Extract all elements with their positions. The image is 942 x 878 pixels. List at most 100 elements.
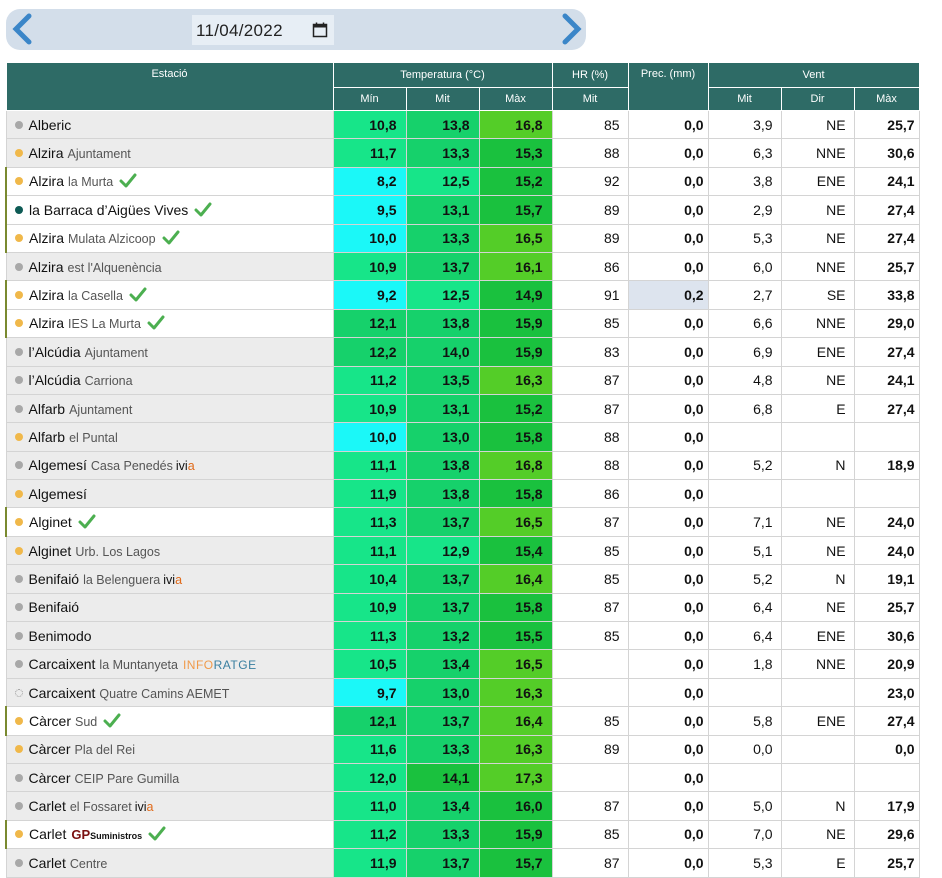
temp-max-header[interactable]: Màx: [478, 87, 553, 111]
table-row[interactable]: Carlet el Fossaret ivia 11,0 13,4 16,0 87 0,0 5,…: [5, 791, 920, 821]
status-dot-icon: [14, 773, 23, 782]
chevron-left-icon[interactable]: [10, 13, 36, 45]
station-name[interactable]: Carcaixent: [29, 656, 96, 672]
temp-min-header[interactable]: Mín: [332, 87, 407, 111]
table-row[interactable]: Carcaixent la Muntanyeta INFORATGE 10,5 13,4…: [5, 649, 920, 679]
station-name[interactable]: Càrcer: [29, 741, 71, 757]
table-row[interactable]: Alzira la Murta 8,2 12,5 15,2 92 0,0 3,8 ENE 24,1: [5, 166, 920, 197]
station-cell[interactable]: l’Alcúdia Ajuntament: [5, 337, 334, 367]
wind-dir-header[interactable]: Dir: [780, 87, 855, 111]
station-name[interactable]: Alzira: [29, 173, 64, 189]
table-row[interactable]: l’Alcúdia Ajuntament 12,2 14,0 15,9 83 0,0 6,9 E…: [5, 337, 920, 367]
precipitation-header[interactable]: Prec. (mm): [627, 62, 709, 111]
station-name[interactable]: Benifaió: [29, 571, 80, 587]
station-cell[interactable]: Carcaixent Quatre Camins AEMET: [5, 677, 334, 708]
station-cell[interactable]: Benifaió la Belenguera ivia: [5, 564, 334, 594]
station-name[interactable]: Alginet: [29, 514, 72, 530]
station-name[interactable]: Benimodo: [29, 628, 92, 644]
station-name[interactable]: Alberic: [29, 117, 72, 133]
table-row[interactable]: Alginet 11,3 13,7 16,5 87 0,0 7,1 NE 24,0: [5, 507, 920, 537]
table-row[interactable]: Benifaió 10,9 13,7 15,8 87 0,0 6,4 NE 25,7: [5, 592, 920, 623]
table-row[interactable]: la Barraca d’Aigües Vives 9,5 13,1 15,7 89 0,…: [5, 195, 920, 225]
station-cell[interactable]: Algemesí Casa Penedés ivia: [5, 450, 334, 481]
station-name[interactable]: Algemesí: [29, 486, 87, 502]
station-cell[interactable]: Càrcer Sud: [5, 706, 334, 736]
station-name[interactable]: Alginet: [29, 543, 72, 559]
station-cell[interactable]: Alzira Ajuntament: [5, 138, 334, 168]
table-row[interactable]: Algemesí Casa Penedés ivia 11,1 13,8 16,8 88 0,…: [5, 450, 920, 481]
station-cell[interactable]: Carlet GPSuministros: [5, 819, 334, 850]
table-row[interactable]: Càrcer Sud 12,1 13,7 16,4 85 0,0 5,8 ENE 27,4: [5, 706, 920, 736]
station-name[interactable]: Càrcer: [29, 713, 71, 729]
wind-mit-header[interactable]: Mit: [707, 87, 782, 111]
table-row[interactable]: Alfarb el Puntal 10,0 13,0 15,8 88 0,0: [5, 422, 920, 452]
station-cell[interactable]: Alzira la Casella: [5, 280, 334, 310]
station-name[interactable]: Algemesí: [29, 457, 87, 473]
station-cell[interactable]: Carcaixent la Muntanyeta INFORATGE: [5, 649, 334, 679]
station-name[interactable]: Càrcer: [29, 770, 71, 786]
temp-min-cell: 11,3: [332, 507, 407, 537]
table-row[interactable]: Alzira Mulata Alzicoop 10,0 13,3 16,5 89 0,0 5,…: [5, 223, 920, 253]
station-cell[interactable]: Alberic: [5, 109, 334, 140]
wind-dir-cell: ENE: [780, 706, 855, 736]
table-row[interactable]: Alzira IES La Murta 12,1 13,8 15,9 85 0,0 6,6 NN…: [5, 308, 920, 339]
station-name[interactable]: Alzira: [29, 145, 64, 161]
station-name[interactable]: l’Alcúdia: [29, 344, 81, 360]
station-name[interactable]: Alfarb: [29, 401, 66, 417]
table-row[interactable]: Alzira Ajuntament 11,7 13,3 15,3 88 0,0 6,3 NNE 3…: [5, 138, 920, 168]
station-cell[interactable]: Benifaió: [5, 592, 334, 623]
station-cell[interactable]: l’Alcúdia Carriona: [5, 365, 334, 395]
station-cell[interactable]: Alginet: [5, 507, 334, 537]
station-cell[interactable]: Algemesí: [5, 479, 334, 509]
station-cell[interactable]: Càrcer CEIP Pare Gumilla: [5, 762, 334, 793]
humidity-cell: 86: [551, 479, 629, 509]
wind-dir-cell: [780, 677, 855, 708]
station-cell[interactable]: Alfarb el Puntal: [5, 422, 334, 452]
calendar-icon[interactable]: [312, 22, 328, 38]
station-cell[interactable]: Càrcer Pla del Rei: [5, 734, 334, 764]
table-row[interactable]: Carlet GPSuministros 11,2 13,3 15,9 85 0,0 7,0 N…: [5, 819, 920, 850]
chevron-right-icon[interactable]: [558, 13, 584, 45]
station-cell[interactable]: Benimodo: [5, 621, 334, 651]
station-name[interactable]: Alzira: [29, 259, 64, 275]
station-cell[interactable]: Alzira est l'Alquenència: [5, 251, 334, 282]
station-cell[interactable]: Alzira la Murta: [5, 166, 334, 197]
table-row[interactable]: Alginet Urb. Los Lagos 11,1 12,9 15,4 85 0,0 5,…: [5, 535, 920, 566]
station-name[interactable]: Alfarb: [29, 429, 66, 445]
station-name[interactable]: la Barraca d’Aigües Vives: [29, 202, 188, 218]
table-row[interactable]: Benimodo 11,3 13,2 15,5 85 0,0 6,4 ENE 30,6: [5, 621, 920, 651]
station-header[interactable]: Estació: [5, 62, 334, 111]
station-cell[interactable]: Alfarb Ajuntament: [5, 393, 334, 424]
station-cell[interactable]: Carlet Centre: [5, 848, 334, 878]
wind-max-header[interactable]: Màx: [853, 87, 920, 111]
humidity-mit-header[interactable]: Mit: [551, 87, 629, 111]
station-cell[interactable]: Alginet Urb. Los Lagos: [5, 535, 334, 566]
table-row[interactable]: Alzira la Casella 9,2 12,5 14,9 91 0,2 2,7 SE 33,…: [5, 280, 920, 310]
station-name[interactable]: Alzira: [29, 315, 64, 331]
table-row[interactable]: Carcaixent Quatre Camins AEMET 9,7 13,0 16,3…: [5, 677, 920, 708]
table-row[interactable]: Carlet Centre 11,9 13,7 15,7 87 0,0 5,3 E 25,7: [5, 848, 920, 878]
station-name[interactable]: Alzira: [29, 287, 64, 303]
table-row[interactable]: Càrcer CEIP Pare Gumilla 12,0 14,1 17,3 0,0: [5, 762, 920, 793]
station-name[interactable]: Alzira: [29, 230, 64, 246]
temp-mit-header[interactable]: Mit: [405, 87, 480, 111]
table-row[interactable]: Càrcer Pla del Rei 11,6 13,3 16,3 89 0,0 0,0 0,0: [5, 734, 920, 764]
station-name[interactable]: Carcaixent: [29, 685, 96, 701]
table-row[interactable]: Benifaió la Belenguera ivia 10,4 13,7 16,4 85 0…: [5, 564, 920, 594]
station-cell[interactable]: Alzira Mulata Alzicoop: [5, 223, 334, 253]
station-cell[interactable]: Alzira IES La Murta: [5, 308, 334, 339]
table-row[interactable]: l’Alcúdia Carriona 11,2 13,5 16,3 87 0,0 4,8 NE 2…: [5, 365, 920, 395]
station-name[interactable]: Carlet: [29, 826, 66, 842]
station-cell[interactable]: Carlet el Fossaret ivia: [5, 791, 334, 821]
table-row[interactable]: Algemesí 11,9 13,8 15,8 86 0,0: [5, 479, 920, 509]
table-row[interactable]: Alzira est l'Alquenència 10,9 13,7 16,1 86 0,0…: [5, 251, 920, 282]
station-name[interactable]: Benifaió: [29, 599, 80, 615]
station-name[interactable]: l’Alcúdia: [29, 372, 81, 388]
station-name[interactable]: Carlet: [29, 855, 66, 871]
precipitation-cell: 0,0: [627, 422, 709, 452]
station-name[interactable]: Carlet: [29, 798, 66, 814]
table-row[interactable]: Alberic 10,8 13,8 16,8 85 0,0 3,9 NE 25,7: [5, 109, 920, 140]
table-row[interactable]: Alfarb Ajuntament 10,9 13,1 15,2 87 0,0 6,8 E 27,…: [5, 393, 920, 424]
date-input[interactable]: 11/04/2022: [192, 15, 334, 45]
station-cell[interactable]: la Barraca d’Aigües Vives: [5, 195, 334, 225]
